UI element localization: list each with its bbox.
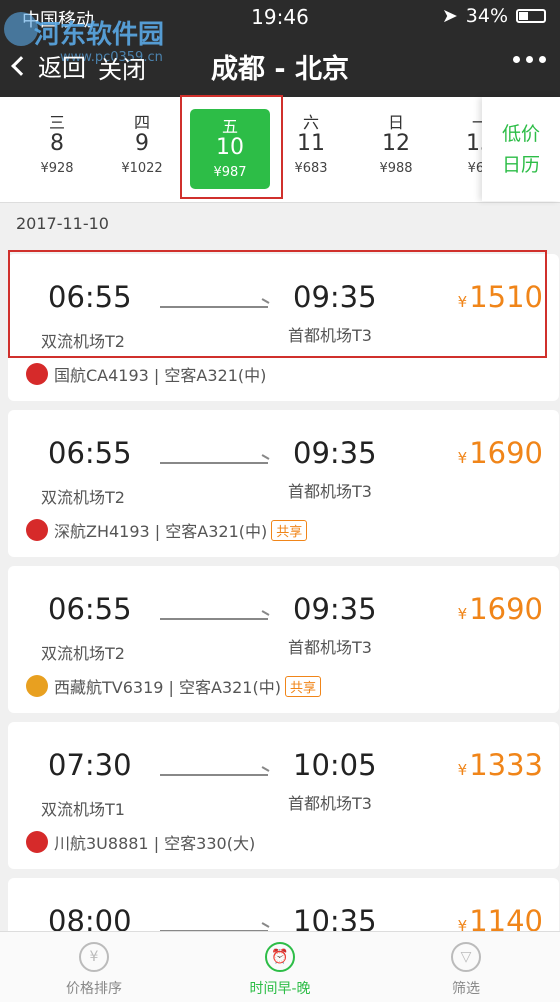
low-price-calendar-button[interactable]: 低价 日历: [482, 97, 560, 201]
flight-highlight-box: [8, 250, 547, 358]
dep-time: 06:55: [48, 436, 132, 470]
airline-logo-icon: [26, 519, 48, 541]
dep-time: 07:30: [48, 748, 132, 782]
flight-price: ¥1690: [457, 592, 543, 626]
flight-info: 西藏航TV6319 | 空客A321(中) 共享: [26, 674, 321, 698]
location-icon: ➤: [441, 5, 458, 27]
airline-logo-icon: [26, 363, 48, 385]
dep-time: 06:55: [48, 592, 132, 626]
arrow-icon: [160, 618, 268, 620]
flight-card[interactable]: 07:30 10:05 双流机场T1 首都机场T3 ¥1333 川航3U8881…: [8, 722, 559, 869]
filter-icon: ▽: [451, 942, 481, 972]
top-bar: 中国移动 19:46 ➤ 34% 河东软件园 www.pc0359.cn 返回 …: [0, 0, 560, 97]
bottom-tab-bar: ¥ 价格排序 ⏰ 时间早-晚 ▽ 筛选: [0, 931, 560, 1002]
dep-airport: 双流机场T1: [41, 800, 125, 819]
status-right: ➤ 34%: [442, 5, 546, 27]
dep-airport: 双流机场T2: [41, 488, 125, 507]
date-label: 2017-11-10: [16, 214, 109, 233]
arr-airport: 首都机场T3: [288, 794, 372, 813]
arr-airport: 首都机场T3: [288, 482, 372, 501]
flight-info: 深航ZH4193 | 空客A321(中) 共享: [26, 518, 308, 542]
more-dots-icon: [513, 56, 520, 63]
page-title: 成都 - 北京: [210, 54, 349, 85]
tab-time-sort[interactable]: ⏰ 时间早-晚: [210, 942, 350, 998]
date-item[interactable]: 四 9 ¥1022: [102, 109, 182, 176]
tab-filter[interactable]: ▽ 筛选: [396, 942, 536, 998]
date-item[interactable]: 日 12 ¥988: [356, 109, 436, 176]
codeshare-badge: 共享: [284, 675, 321, 697]
flight-info: 国航CA4193 | 空客A321(中): [26, 362, 266, 386]
flight-price: ¥1333: [457, 748, 543, 782]
more-button[interactable]: [513, 56, 546, 63]
flight-card[interactable]: 06:55 09:35 双流机场T2 首都机场T3 ¥1690 深航ZH4193…: [8, 410, 559, 557]
tab-price-sort[interactable]: ¥ 价格排序: [24, 942, 164, 998]
nav-bar: 返回 关闭 成都 - 北京: [0, 36, 560, 94]
arrow-icon: [160, 462, 268, 464]
flight-price: ¥1690: [457, 436, 543, 470]
flight-info: 川航3U8881 | 空客330(大): [26, 830, 255, 854]
airline-logo-icon: [26, 675, 48, 697]
battery-icon: [516, 9, 546, 23]
selected-date-highlight: [180, 95, 283, 199]
yen-icon: ¥: [79, 942, 109, 972]
arr-airport: 首都机场T3: [288, 638, 372, 657]
date-item[interactable]: 三 8 ¥928: [17, 109, 97, 176]
flight-card[interactable]: 06:55 09:35 双流机场T2 首都机场T3 ¥1690 西藏航TV631…: [8, 566, 559, 713]
airline-logo-icon: [26, 831, 48, 853]
arr-time: 10:05: [293, 748, 377, 782]
codeshare-badge: 共享: [271, 519, 308, 541]
dep-airport: 双流机场T2: [41, 644, 125, 663]
date-item[interactable]: 六 11 ¥683: [271, 109, 351, 176]
arr-time: 09:35: [293, 592, 377, 626]
alarm-clock-icon: ⏰: [265, 942, 295, 972]
battery-percent: 34%: [465, 5, 508, 27]
arr-time: 09:35: [293, 436, 377, 470]
arrow-icon: [160, 774, 268, 776]
